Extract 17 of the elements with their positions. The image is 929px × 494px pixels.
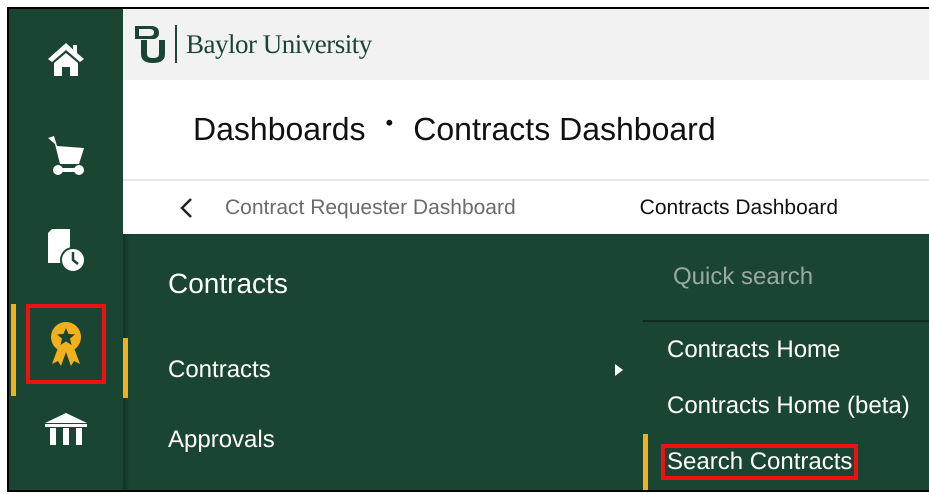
home-icon: [46, 41, 86, 77]
logo-text: Baylor University: [175, 25, 372, 64]
page-title: Contracts Dashboard: [413, 110, 716, 148]
tab[interactable]: Contracts Dashboard: [640, 196, 838, 220]
bank-icon: [44, 413, 88, 445]
menu-item[interactable]: Contracts: [123, 335, 643, 405]
search-field[interactable]: Quick search: [671, 262, 925, 292]
breadcrumb-item[interactable]: Dashboards: [193, 110, 366, 148]
menu-title: Contracts: [167, 268, 289, 300]
menu-item[interactable]: Approvals: [123, 405, 643, 475]
submenu-item[interactable]: Contracts Home: [643, 322, 929, 378]
submenu-item[interactable]: Search Contracts: [643, 434, 929, 490]
submenu-item[interactable]: Contracts Home (beta): [643, 378, 929, 434]
logo-icon: [133, 24, 167, 64]
tab[interactable]: Contract Requester Dashboard: [225, 196, 516, 220]
breadcrumb-separator: •: [386, 110, 394, 136]
award-icon: [48, 320, 84, 368]
